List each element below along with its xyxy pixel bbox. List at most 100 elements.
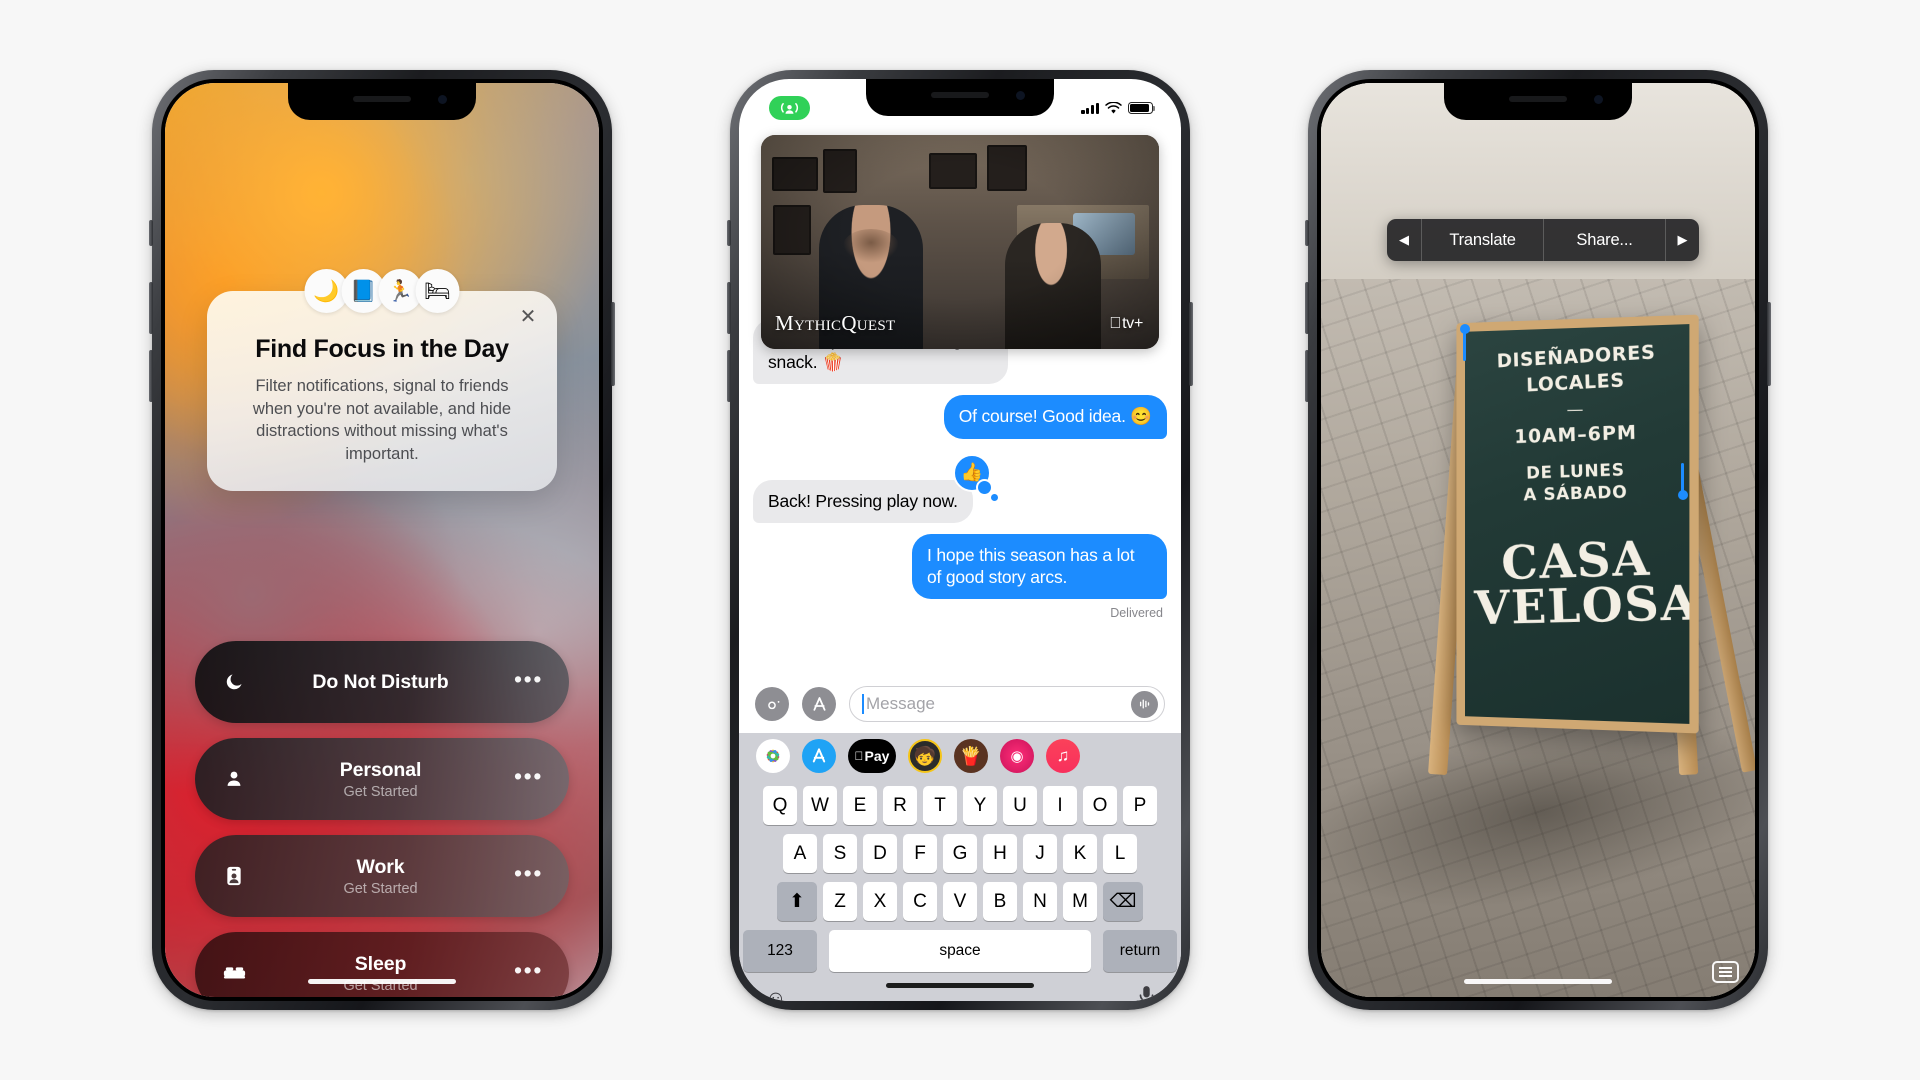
key-b[interactable]: B [983,882,1017,921]
volume-down-button[interactable] [149,350,153,402]
message-row: Of course! Good idea. 😊 [753,395,1167,449]
home-indicator[interactable] [1464,979,1612,985]
close-icon[interactable]: ✕ [517,307,539,329]
return-key[interactable]: return [1103,930,1177,972]
key-d[interactable]: D [863,834,897,873]
silent-switch[interactable] [1305,220,1309,246]
chevron-right-icon[interactable]: ▶ [1665,219,1699,261]
space-key[interactable]: space [829,930,1091,972]
emoji-icon[interactable]: ☺ [765,987,786,1001]
message-bubble-outgoing[interactable]: I hope this season has a lot of good sto… [912,534,1167,599]
camera-icon[interactable] [755,687,789,721]
front-camera [438,95,447,104]
power-button[interactable] [1767,302,1771,386]
shareplay-icon[interactable] [769,96,810,120]
focus-row-more-button[interactable]: ••• [514,965,543,981]
backspace-key[interactable]: ⌫ [1103,882,1143,921]
shift-key[interactable]: ⬆ [777,882,817,921]
volume-up-button[interactable] [727,282,731,334]
key-c[interactable]: C [903,882,937,921]
silent-switch[interactable] [727,220,731,246]
key-h[interactable]: H [983,834,1017,873]
volume-up-button[interactable] [149,282,153,334]
focus-row-more-button[interactable]: ••• [514,674,543,690]
audio-waveform-icon[interactable] [1131,691,1158,718]
stickers-icon[interactable]: 🍟 [954,739,988,773]
key-r[interactable]: R [883,786,917,825]
focus-row-more-button[interactable]: ••• [514,868,543,884]
focus-row-more-button[interactable]: ••• [514,771,543,787]
live-text-icon[interactable] [1712,961,1739,983]
focus-card-description: Filter notifications, signal to friends … [233,375,531,465]
key-m[interactable]: M [1063,882,1097,921]
power-button[interactable] [611,302,615,386]
key-e[interactable]: E [843,786,877,825]
focus-row-do-not-disturb[interactable]: Do Not Disturb ••• [195,641,569,723]
focus-row-name: Sleep [251,953,510,976]
key-o[interactable]: O [1083,786,1117,825]
key-z[interactable]: Z [823,882,857,921]
key-l[interactable]: L [1103,834,1137,873]
volume-down-button[interactable] [1305,350,1309,402]
text-selection-handle-end[interactable] [1681,463,1684,493]
key-a[interactable]: A [783,834,817,873]
numbers-key[interactable]: 123 [743,930,817,972]
home-indicator[interactable] [886,983,1034,989]
video-preview-card[interactable]: MYTHICQUEST tv+ [761,135,1159,349]
key-v[interactable]: V [943,882,977,921]
text-selection-handle-start[interactable] [1463,331,1466,361]
focus-row-text: Do Not Disturb [251,671,514,694]
volume-up-button[interactable] [1305,282,1309,334]
message-input-bar: Message [739,675,1181,733]
music-app-icon[interactable]: ♫ [1046,739,1080,773]
earpiece-speaker [353,96,411,102]
digital-touch-icon[interactable]: ◉ [1000,739,1034,773]
key-j[interactable]: J [1023,834,1057,873]
key-k[interactable]: K [1063,834,1097,873]
key-g[interactable]: G [943,834,977,873]
menu-item-translate[interactable]: Translate [1421,219,1543,261]
focus-row-sleep[interactable]: Sleep Get Started ••• [195,932,569,997]
home-indicator[interactable] [308,979,456,985]
key-i[interactable]: I [1043,786,1077,825]
message-bubble-outgoing[interactable]: Of course! Good idea. 😊 [944,395,1167,438]
photos-app-icon[interactable] [756,739,790,773]
app-store-icon[interactable] [802,687,836,721]
apple-pay-icon[interactable]: Pay [848,739,896,773]
keyboard-row-3: ⬆ Z X C V B N M ⌫ [743,882,1177,921]
key-w[interactable]: W [803,786,837,825]
key-x[interactable]: X [863,882,897,921]
message-bubble-incoming[interactable]: Back! Pressing play now. 👍 [753,480,973,523]
screenshot-stage: 🌙 📘 🏃 🛏 ✕ Find Focus in the Day Filter n… [0,0,1920,1080]
key-y[interactable]: Y [963,786,997,825]
app-store-app-icon[interactable] [802,739,836,773]
volume-down-button[interactable] [727,350,731,402]
onscreen-keyboard: Q W E R T Y U I O P A S D F G H J K L ⬆ … [739,779,1181,1001]
memoji-icon[interactable]: 🧒 [908,739,942,773]
key-t[interactable]: T [923,786,957,825]
sign-divider: — [1475,398,1680,422]
silent-switch[interactable] [149,220,153,246]
delivered-status: Delivered [753,606,1163,620]
thumbs-up-tapback-icon[interactable]: 👍 [953,454,991,492]
focus-row-name: Do Not Disturb [251,671,510,694]
keyboard-row-1: Q W E R T Y U I O P [743,786,1177,825]
key-p[interactable]: P [1123,786,1157,825]
key-u[interactable]: U [1003,786,1037,825]
status-left [769,96,810,120]
front-camera [1594,95,1603,104]
key-s[interactable]: S [823,834,857,873]
chalkboard-sign[interactable]: DISEÑADORES LOCALES — 10AM–6PM DE LUNES … [1456,315,1698,734]
key-f[interactable]: F [903,834,937,873]
key-q[interactable]: Q [763,786,797,825]
focus-card-title: Find Focus in the Day [233,335,531,364]
power-button[interactable] [1189,302,1193,386]
microphone-icon[interactable] [1138,985,1155,1001]
focus-row-personal[interactable]: Personal Get Started ••• [195,738,569,820]
chevron-left-icon[interactable]: ◀ [1387,219,1421,261]
live-text-context-menu: ◀ Translate Share... ▶ [1387,219,1699,261]
menu-item-share[interactable]: Share... [1543,219,1665,261]
message-input[interactable]: Message [849,686,1165,722]
focus-row-work[interactable]: Work Get Started ••• [195,835,569,917]
key-n[interactable]: N [1023,882,1057,921]
